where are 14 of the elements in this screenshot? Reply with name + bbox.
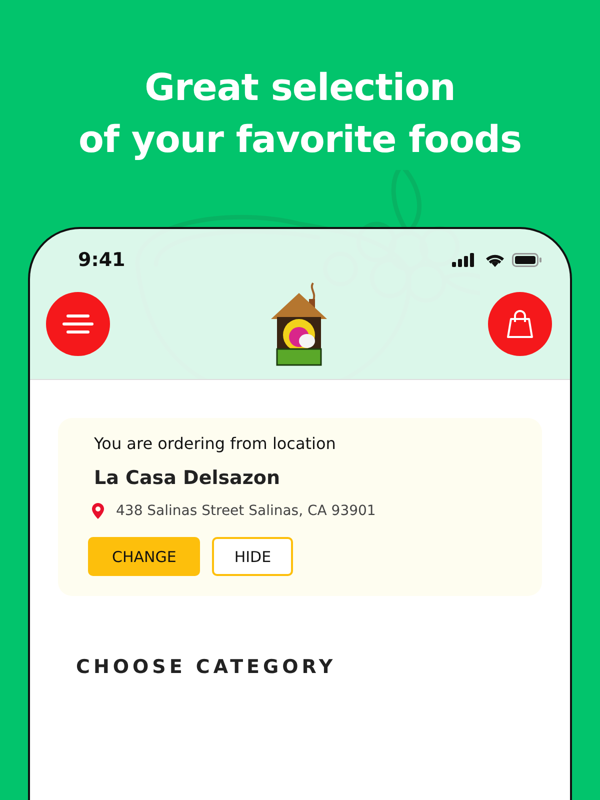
section-heading: CHOOSE CATEGORY [75,656,336,678]
location-pin-icon [92,503,104,519]
store-address: 438 Salinas Street Salinas, CA 93901 [116,503,376,519]
battery-icon [512,253,542,267]
headline-text: Great selection [144,65,456,111]
change-button[interactable]: CHANGE [88,537,200,576]
store-name: La Casa Delsazon [94,467,280,489]
shopping-bag-icon [506,309,534,339]
menu-icon [62,313,94,335]
wifi-icon [484,252,506,268]
ordering-from-text: You are ordering from location [94,434,336,453]
status-time: 9:41 [78,249,126,271]
hide-button[interactable]: HIDE [212,537,294,576]
headline-text: of your favorite foods [78,117,522,163]
